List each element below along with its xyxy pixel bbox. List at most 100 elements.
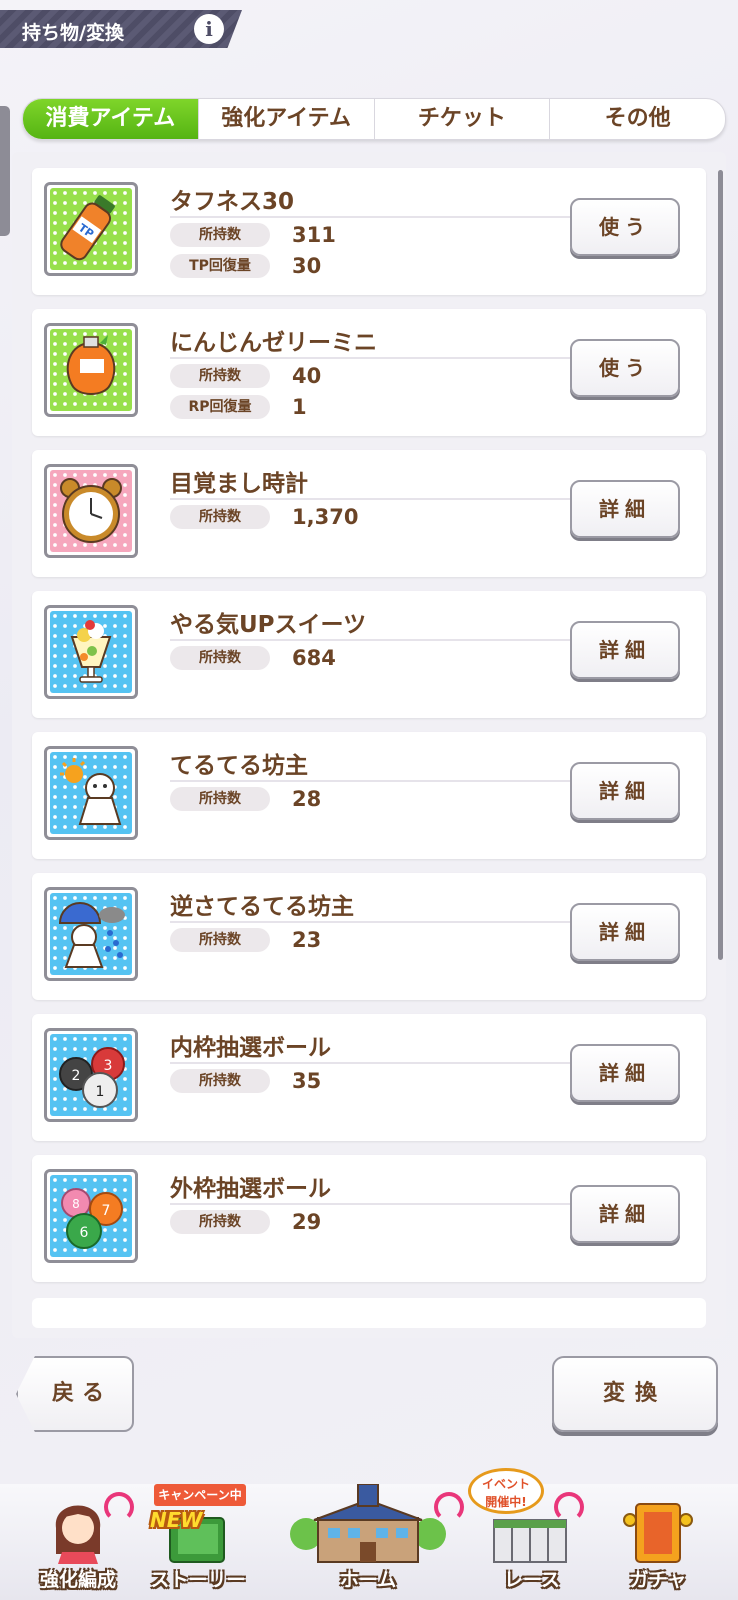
list-item: 8 76 外枠抽選ボール 所持数 29 詳細	[32, 1155, 706, 1282]
scrollbar[interactable]	[718, 170, 723, 960]
item-name: 外枠抽選ボール	[170, 1176, 331, 1202]
divider	[170, 1062, 570, 1064]
screen-header: 持ち物/変換 i	[0, 10, 242, 48]
use-button[interactable]: 使う	[570, 339, 680, 397]
item-name: 逆さてるてる坊主	[170, 894, 354, 920]
item-name: 目覚まし時計	[170, 471, 308, 497]
stat-owned: 所持数 23	[170, 927, 321, 953]
stat-owned: 所持数 1,370	[170, 504, 358, 530]
detail-button[interactable]: 詳細	[570, 621, 680, 679]
nav-enhance-team[interactable]: 強化編成	[18, 1484, 138, 1600]
upside-down-teru-teru-bozu-icon	[44, 887, 138, 981]
stat-label: 所持数	[170, 364, 270, 388]
list-item-partial	[32, 1298, 706, 1328]
detail-button[interactable]: 詳細	[570, 1044, 680, 1102]
svg-text:8: 8	[72, 1197, 80, 1211]
side-drawer-handle[interactable]	[0, 106, 10, 236]
page-title: 持ち物/変換	[22, 22, 124, 44]
event-badge-line1: イベント	[481, 1477, 530, 1491]
stat-value: 30	[292, 254, 322, 278]
item-name: てるてる坊主	[170, 753, 308, 779]
svg-text:6: 6	[80, 1225, 89, 1241]
stat-owned: 所持数 311	[170, 222, 336, 248]
stat-value: 35	[292, 1069, 322, 1093]
list-item: 逆さてるてる坊主 所持数 23 詳細	[32, 873, 706, 1000]
parfait-icon	[44, 605, 138, 699]
tab-others[interactable]: その他	[550, 99, 725, 139]
event-badge-line2: 開催中!	[485, 1495, 527, 1509]
nav-label: 強化編成	[39, 1569, 116, 1591]
detail-button[interactable]: 詳細	[570, 480, 680, 538]
stat-label: 所持数	[170, 928, 270, 952]
divider	[170, 1203, 570, 1205]
event-badge: イベント 開催中!	[468, 1468, 544, 1514]
stat-value: 28	[292, 787, 322, 811]
exchange-button[interactable]: 変換	[552, 1356, 718, 1432]
stat-label: RP回復量	[170, 395, 270, 419]
divider	[170, 921, 570, 923]
back-label: 戻る	[51, 1381, 112, 1406]
character-avatar-icon	[55, 1505, 101, 1564]
list-item: やる気UPスイーツ 所持数 684 詳細	[32, 591, 706, 718]
new-badge: NEW	[150, 1508, 203, 1532]
item-list[interactable]: TP タフネス30 所持数 311 TP回復量 30 使う にんじんゼリーミニ …	[12, 152, 726, 1338]
outer-draw-balls-icon: 8 76	[44, 1169, 138, 1263]
svg-text:3: 3	[104, 1058, 113, 1074]
use-button[interactable]: 使う	[570, 198, 680, 256]
stat-owned: 所持数 35	[170, 1068, 321, 1094]
alarm-clock-icon	[44, 464, 138, 558]
stat-owned: 所持数 28	[170, 786, 321, 812]
info-button[interactable]: i	[194, 14, 224, 44]
stat-value: 311	[292, 223, 336, 247]
nav-gacha[interactable]: ガチャ	[598, 1484, 718, 1600]
stat-owned: 所持数 29	[170, 1209, 321, 1235]
race-gate-icon	[493, 1519, 567, 1563]
stat-value: 1,370	[292, 505, 359, 529]
svg-text:1: 1	[96, 1084, 105, 1100]
detail-button[interactable]: 詳細	[570, 903, 680, 961]
stat-label: TP回復量	[170, 254, 270, 278]
tab-enhance-items[interactable]: 強化アイテム	[199, 99, 375, 139]
detail-button[interactable]: 詳細	[570, 762, 680, 820]
notification-ribbon-icon	[554, 1492, 584, 1522]
list-item: にんじんゼリーミニ 所持数 40 RP回復量 1 使う	[32, 309, 706, 436]
stat-label: 所持数	[170, 1069, 270, 1093]
detail-button[interactable]: 詳細	[570, 1185, 680, 1243]
stat-owned: 所持数 684	[170, 645, 336, 671]
svg-text:2: 2	[72, 1068, 81, 1084]
nav-home[interactable]: ホーム	[268, 1484, 468, 1600]
divider	[170, 357, 570, 359]
tab-consumables[interactable]: 消費アイテム	[23, 99, 199, 139]
back-button[interactable]: 戻る	[16, 1356, 134, 1432]
divider	[170, 216, 570, 218]
stat-value: 29	[292, 1210, 322, 1234]
item-name: タフネス30	[170, 189, 295, 215]
stat-extra: RP回復量 1	[170, 394, 307, 420]
item-name: にんじんゼリーミニ	[170, 330, 377, 356]
stat-label: 所持数	[170, 223, 270, 247]
item-name: やる気UPスイーツ	[170, 612, 367, 638]
item-name: 内枠抽選ボール	[170, 1035, 331, 1061]
nav-label: ガチャ	[629, 1569, 687, 1591]
campaign-badge: キャンペーン中	[154, 1484, 246, 1506]
svg-text:7: 7	[102, 1203, 111, 1219]
list-item: TP タフネス30 所持数 311 TP回復量 30 使う	[32, 168, 706, 295]
tab-tickets[interactable]: チケット	[375, 99, 551, 139]
stat-label: 所持数	[170, 787, 270, 811]
carrot-jelly-icon	[44, 323, 138, 417]
stat-value: 684	[292, 646, 336, 670]
teru-teru-bozu-icon	[44, 746, 138, 840]
notification-ribbon-icon	[434, 1492, 464, 1522]
divider	[170, 498, 570, 500]
stat-value: 40	[292, 364, 322, 388]
divider	[170, 639, 570, 641]
stat-owned: 所持数 40	[170, 363, 321, 389]
stat-value: 1	[292, 395, 307, 419]
divider	[170, 780, 570, 782]
stat-label: 所持数	[170, 1210, 270, 1234]
nav-label: ストーリー	[150, 1569, 246, 1591]
category-tabs: 消費アイテム 強化アイテム チケット その他	[22, 98, 726, 140]
notification-ribbon-icon	[104, 1492, 134, 1522]
list-item: 目覚まし時計 所持数 1,370 詳細	[32, 450, 706, 577]
stat-extra: TP回復量 30	[170, 253, 321, 279]
